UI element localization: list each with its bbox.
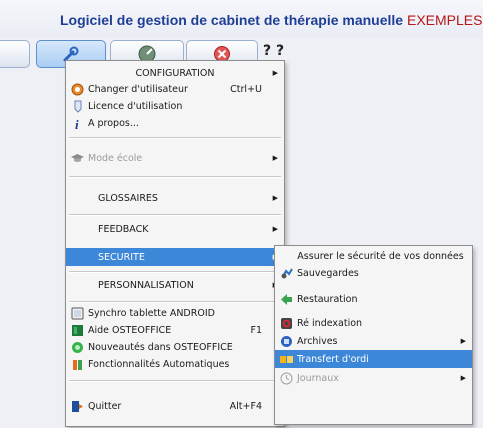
- menu-synchro[interactable]: Synchro tablette ANDROID: [66, 305, 284, 321]
- securite-submenu: Assurer le sécurité de vos données Sauve…: [274, 245, 473, 425]
- help-mark[interactable]: ? ?: [263, 43, 284, 59]
- menu-nouveautes[interactable]: Nouveautés dans OSTEOFFICE: [66, 339, 284, 355]
- restore-arrow-icon: [281, 293, 292, 305]
- menu-quitter[interactable]: Quitter Alt+F4: [66, 397, 284, 415]
- user-switch-icon: [71, 83, 84, 95]
- submenu-journaux[interactable]: Journaux ▶: [275, 369, 472, 387]
- title-bar: Logiciel de gestion de cabinet de thérap…: [0, 0, 483, 38]
- menu-quitter-label: Quitter: [88, 400, 122, 412]
- submenu-arrow-icon: ▶: [272, 225, 278, 233]
- menu-separator: [69, 380, 281, 382]
- automation-icon: [73, 359, 82, 370]
- transfer-icon: [280, 355, 293, 363]
- menu-separator: [69, 301, 281, 303]
- menu-separator: [69, 137, 281, 139]
- menu-configuration-label: CONFIGURATION: [135, 67, 215, 79]
- menu-feedback-label: FEEDBACK: [98, 223, 149, 235]
- submenu-archives-label: Archives: [297, 335, 338, 347]
- menu-separator: [69, 214, 281, 216]
- submenu-arrow-icon: ▶: [272, 154, 278, 162]
- menu-configuration[interactable]: CONFIGURATION ▶: [66, 65, 284, 81]
- submenu-archives[interactable]: Archives ▶: [275, 332, 472, 350]
- submenu-restauration[interactable]: Restauration: [275, 289, 472, 309]
- submenu-reindexation-label: Ré indexation: [297, 317, 363, 329]
- submenu-arrow-icon: ▶: [272, 194, 278, 202]
- submenu-transfert-label: Transfert d'ordi: [297, 353, 369, 365]
- archives-icon: [281, 335, 292, 347]
- menu-nouveautes-label: Nouveautés dans OSTEOFFICE: [88, 341, 233, 353]
- menu-fonctionnalites-label: Fonctionnalités Automatiques: [88, 358, 230, 370]
- submenu-arrow-icon: ▶: [460, 337, 466, 345]
- submenu-transfert[interactable]: Transfert d'ordi: [275, 350, 472, 368]
- svg-text:i: i: [75, 117, 79, 130]
- title-examples-label: EXEMPLES: [407, 12, 483, 28]
- menu-changer-utilisateur[interactable]: Changer d'utilisateur Ctrl+U: [66, 81, 284, 97]
- menu-fonctionnalites[interactable]: Fonctionnalités Automatiques: [66, 356, 284, 372]
- menu-securite-label: SECURITE: [98, 251, 145, 263]
- submenu-sauvegardes[interactable]: Sauvegardes: [275, 264, 472, 282]
- menu-licence[interactable]: Licence d'utilisation: [66, 98, 284, 114]
- submenu-header: Assurer le sécurité de vos données: [275, 248, 472, 264]
- settings-dropdown-menu: CONFIGURATION ▶ Changer d'utilisateur Ct…: [65, 60, 285, 427]
- backup-icon: [281, 267, 293, 278]
- submenu-arrow-icon: ▶: [272, 69, 278, 77]
- exit-door-icon: [72, 400, 83, 412]
- shortcut-ctrl-u: Ctrl+U: [230, 83, 262, 95]
- menu-personnalisation-label: PERSONNALISATION: [98, 279, 194, 291]
- news-icon: [72, 341, 83, 353]
- licence-icon: [74, 100, 82, 113]
- submenu-restauration-label: Restauration: [297, 293, 358, 305]
- info-icon: i: [75, 117, 79, 130]
- shortcut-f1: F1: [250, 324, 262, 336]
- help-book-icon: [72, 324, 83, 336]
- menu-licence-label: Licence d'utilisation: [88, 100, 183, 112]
- menu-separator: [69, 271, 281, 273]
- menu-apropos-label: A propos...: [88, 117, 139, 129]
- tablet-icon: [71, 307, 84, 319]
- submenu-sauvegardes-label: Sauvegardes: [297, 267, 359, 279]
- menu-apropos[interactable]: i A propos...: [66, 115, 284, 131]
- submenu-journaux-label: Journaux: [297, 372, 339, 384]
- menu-feedback[interactable]: FEEDBACK ▶: [66, 219, 284, 239]
- submenu-arrow-icon: ▶: [460, 374, 466, 382]
- menu-aide[interactable]: Aide OSTEOFFICE F1: [66, 322, 284, 338]
- menu-personnalisation[interactable]: PERSONNALISATION ▶: [66, 275, 284, 295]
- submenu-reindexation[interactable]: Ré indexation: [275, 314, 472, 332]
- window-title: Logiciel de gestion de cabinet de thérap…: [60, 12, 404, 28]
- menu-changer-utilisateur-label: Changer d'utilisateur: [88, 83, 188, 95]
- menu-mode-ecole-label: Mode école: [88, 152, 143, 164]
- submenu-header-label: Assurer le sécurité de vos données: [297, 250, 464, 262]
- menu-glossaires-label: GLOSSAIRES: [98, 192, 158, 204]
- toolbar-button-left[interactable]: [0, 40, 30, 68]
- journal-clock-icon: [280, 372, 293, 384]
- menu-separator: [69, 176, 281, 178]
- menu-glossaires[interactable]: GLOSSAIRES ▶: [66, 189, 284, 207]
- reindex-icon: [281, 317, 292, 329]
- menu-aide-label: Aide OSTEOFFICE: [88, 324, 172, 336]
- menu-mode-ecole[interactable]: Mode école ▶: [66, 149, 284, 167]
- menu-securite[interactable]: SECURITE ▶: [66, 248, 284, 266]
- menu-synchro-label: Synchro tablette ANDROID: [88, 307, 215, 319]
- graduation-cap-icon: [71, 153, 84, 162]
- shortcut-alt-f4: Alt+F4: [229, 400, 262, 412]
